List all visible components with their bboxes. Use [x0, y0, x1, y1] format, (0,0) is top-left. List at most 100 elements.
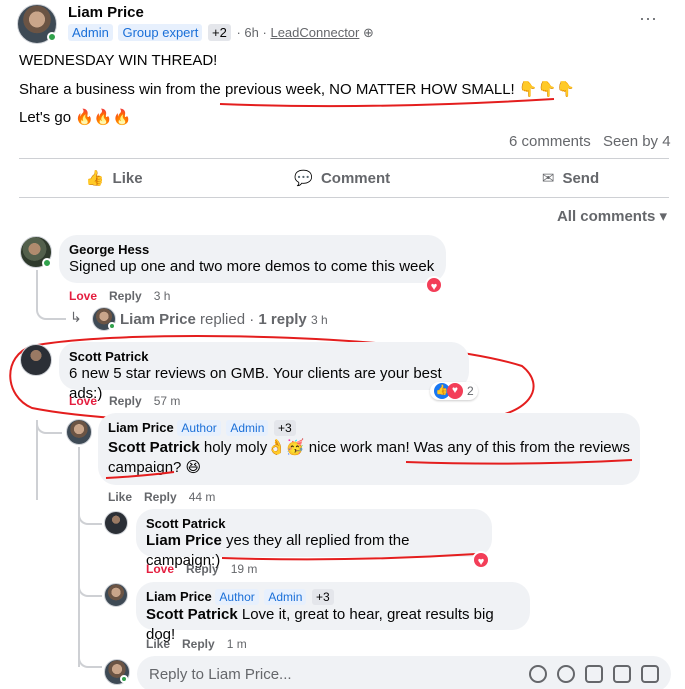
comment-actions: Like Reply 1 m [146, 637, 259, 651]
comment-time[interactable]: 3 h [154, 289, 171, 303]
commenter-name[interactable]: Scott Patrick [69, 349, 459, 364]
reaction-count: 2 [467, 384, 474, 398]
like-button[interactable]: Like [146, 637, 170, 651]
heart-reaction-icon[interactable]: ♥ [425, 276, 443, 294]
camera-icon[interactable] [585, 665, 603, 683]
chevron-down-icon: ▾ [659, 208, 667, 225]
post-line-1: WEDNESDAY WIN THREAD! [19, 52, 218, 69]
red-underline-post [219, 98, 555, 108]
separator: · [236, 25, 241, 40]
badge-author[interactable]: Author [177, 420, 221, 436]
divider [19, 158, 669, 159]
comment-bubble: George Hess Signed up one and two more d… [59, 235, 446, 283]
comment-bubble: Scott Patrick 6 new 5 star reviews on GM… [59, 342, 469, 402]
love-button[interactable]: Love [69, 394, 97, 408]
badge-more[interactable]: +3 [274, 420, 296, 436]
post-menu-icon[interactable]: ··· [639, 8, 657, 29]
comment-actions: Love Reply 19 m [146, 562, 269, 576]
comment-bubble: Liam Price Author Admin +3 Scott Patrick… [136, 582, 530, 643]
heart-reaction-icon: ♥ [447, 383, 463, 399]
commenter-avatar[interactable] [20, 344, 52, 376]
comment-sort-dropdown[interactable]: All comments ▾ [557, 207, 667, 225]
commenter-name[interactable]: Scott Patrick [146, 516, 482, 531]
post-author-meta: Admin Group expert +2 · 6h · LeadConnect… [68, 24, 374, 41]
badge-admin[interactable]: Admin [226, 420, 269, 436]
reply-input[interactable]: Reply to Liam Price... [137, 656, 671, 689]
thumbs-up-icon: 👍 [85, 170, 105, 187]
thread-hook [78, 575, 102, 597]
sticker-icon[interactable] [641, 665, 659, 683]
post-time[interactable]: 6h [244, 25, 258, 40]
commenter-name-row: Liam Price Author Admin +3 [146, 589, 520, 605]
commenter-name-row: Liam Price Author Admin +3 [108, 420, 630, 436]
like-button[interactable]: 👍 Like [85, 169, 143, 188]
thread-hook [36, 420, 62, 434]
separator: · [262, 25, 267, 40]
love-button[interactable]: Love [69, 289, 97, 303]
emoji-icon[interactable] [557, 665, 575, 683]
comment-icon: 💬 [294, 170, 313, 187]
online-indicator [47, 32, 57, 42]
thread-hook [78, 650, 102, 668]
comment-time[interactable]: 1 m [227, 637, 247, 651]
comment-time[interactable]: 19 m [231, 562, 258, 576]
commenter-avatar[interactable] [104, 511, 128, 535]
badge-admin[interactable]: Admin [68, 24, 113, 41]
comments-count[interactable]: 6 comments [509, 133, 591, 150]
gif-icon[interactable] [613, 665, 631, 683]
reply-button[interactable]: Reply [144, 490, 177, 504]
like-button[interactable]: Like [108, 490, 132, 504]
reply-button[interactable]: Reply [109, 394, 142, 408]
commenter-name[interactable]: George Hess [69, 242, 436, 257]
red-underline-reply [105, 459, 633, 479]
reply-button[interactable]: Reply [186, 562, 219, 576]
badge-author[interactable]: Author [215, 589, 259, 605]
globe-icon: ⊕ [363, 25, 374, 40]
commenter-name[interactable]: Liam Price [108, 420, 174, 435]
reply-placeholder: Reply to Liam Price... [149, 665, 292, 683]
post-via[interactable]: LeadConnector [270, 25, 359, 40]
post-line-3: Let's go 🔥🔥🔥 [19, 109, 132, 126]
comment-actions: Love Reply 3 h [69, 289, 182, 303]
badge-more[interactable]: +2 [207, 24, 231, 41]
heart-reaction-icon[interactable]: ♥ [472, 551, 490, 569]
comment-time[interactable]: 44 m [189, 490, 216, 504]
comment-label: Comment [320, 169, 391, 187]
thread-line [36, 420, 38, 500]
reply-button[interactable]: Reply [109, 289, 142, 303]
reply-arrow-icon: ↳ [70, 309, 82, 325]
thread-hook [36, 300, 66, 320]
comment-actions: Like Reply 44 m [108, 490, 227, 504]
reply-time: 3 h [310, 313, 328, 327]
badge-group-expert[interactable]: Group expert [118, 24, 203, 41]
online-indicator [42, 258, 52, 268]
send-button[interactable]: ✉ Send [541, 169, 600, 188]
badge-more[interactable]: +3 [312, 589, 334, 605]
avatar-sticker-icon[interactable] [529, 665, 547, 683]
thread-line [78, 447, 80, 667]
reply-button[interactable]: Reply [182, 637, 215, 651]
comment-button[interactable]: 💬 Comment [294, 169, 391, 188]
sort-label: All comments [556, 208, 656, 225]
badge-admin[interactable]: Admin [264, 589, 307, 605]
post-action-bar: 👍 Like 💬 Comment ✉ Send [10, 160, 675, 196]
post-author-name[interactable]: Liam Price [68, 4, 144, 21]
seen-by[interactable]: Seen by 4 [603, 133, 671, 150]
like-label: Like [112, 169, 143, 187]
send-label: Send [562, 169, 600, 187]
reply-tools [529, 665, 659, 683]
mention-link[interactable]: Liam Price [146, 532, 222, 549]
reaction-summary[interactable]: 👍 ♥ 2 [430, 382, 478, 400]
thread-hook [78, 505, 102, 525]
divider [19, 197, 669, 198]
love-button[interactable]: Love [146, 562, 174, 576]
commenter-name[interactable]: Liam Price [146, 589, 212, 604]
comment-actions: Love Reply 57 m [69, 394, 192, 408]
post-line-2-a: Share a business win from the [19, 81, 225, 98]
mention-link[interactable]: Scott Patrick [146, 606, 238, 623]
commenter-avatar[interactable] [66, 419, 92, 445]
online-indicator [120, 675, 128, 683]
commenter-avatar[interactable] [104, 583, 128, 607]
messenger-icon: ✉ [541, 170, 555, 187]
comment-time[interactable]: 57 m [154, 394, 181, 408]
